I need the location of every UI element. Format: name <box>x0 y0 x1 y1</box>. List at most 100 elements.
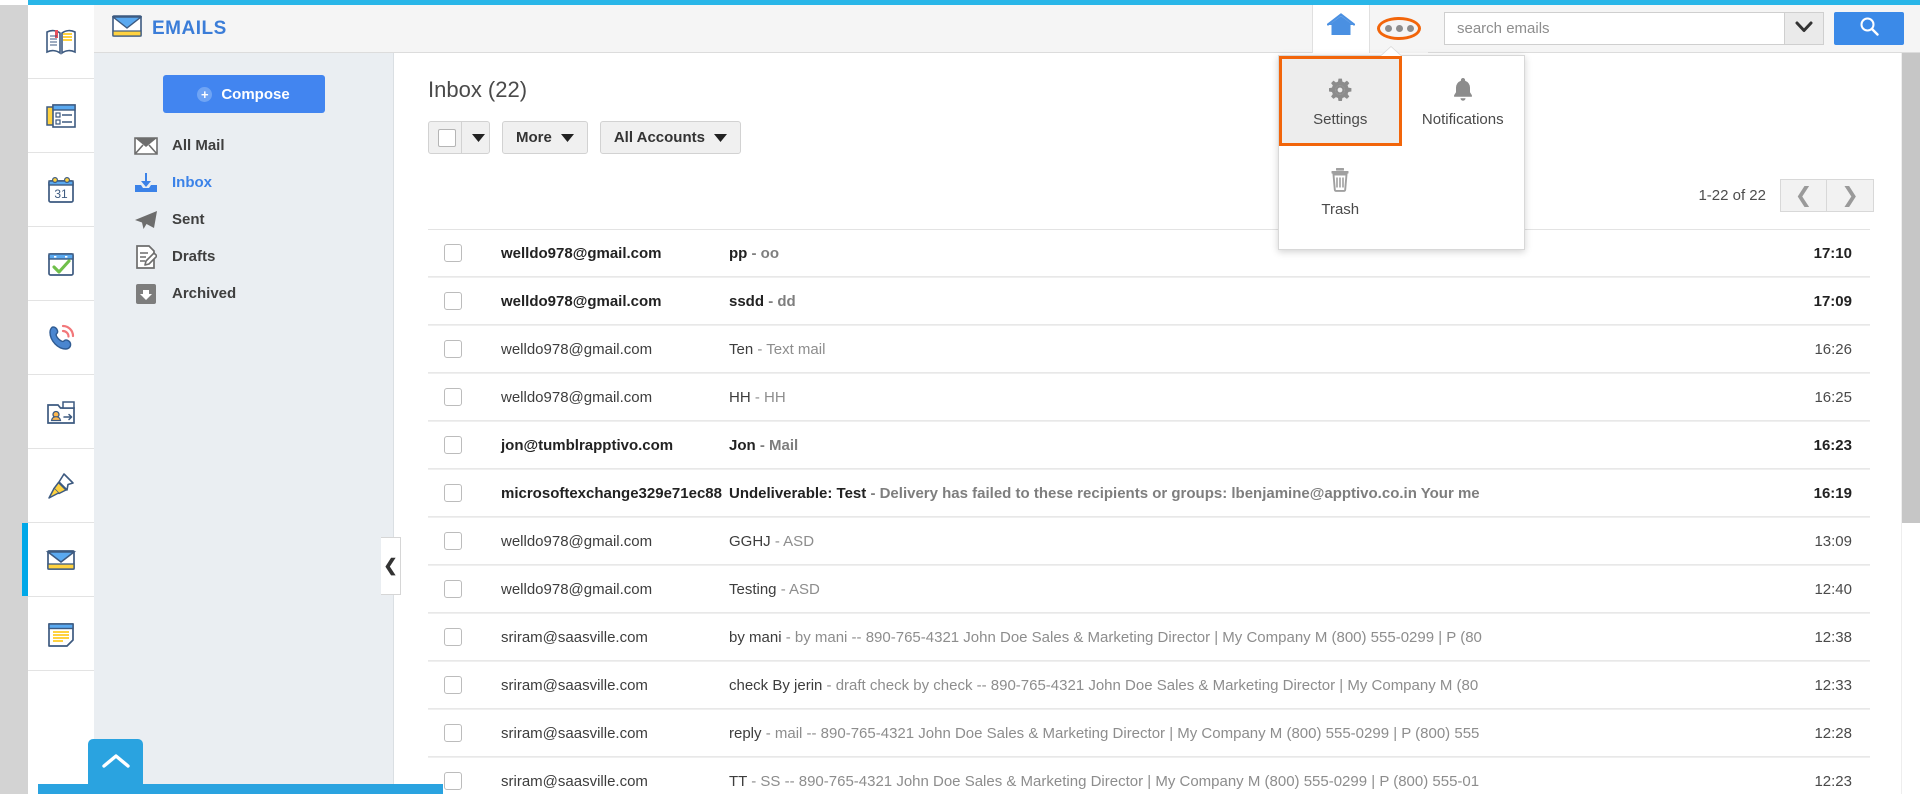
accounts-filter-label: All Accounts <box>613 129 705 146</box>
menu-item-label: Notifications <box>1421 110 1504 128</box>
menu-item-trash[interactable]: Trash <box>1279 146 1402 236</box>
row-subject-text: ssdd <box>729 292 765 310</box>
row-subject: Ten - Text mail <box>729 341 1778 358</box>
home-icon <box>1326 13 1356 44</box>
sidebar-item-inbox[interactable]: Inbox <box>94 164 393 201</box>
rail-item-tasks-check[interactable] <box>28 227 94 301</box>
menu-item-settings[interactable]: Settings <box>1279 56 1402 146</box>
row-sender: welldo978@gmail.com <box>501 580 653 598</box>
row-subject-text: HH <box>729 388 751 406</box>
table-row[interactable]: sriram@saasville.com reply - mail -- 890-… <box>428 709 1870 757</box>
row-checkbox[interactable] <box>444 436 462 454</box>
more-options-button[interactable] <box>1370 4 1428 53</box>
search-scope-dropdown[interactable] <box>1784 12 1824 45</box>
table-row[interactable]: welldo978@gmail.com Ten - Text mail 16:26 <box>428 325 1870 373</box>
row-checkbox[interactable] <box>444 724 462 742</box>
row-time: 16:26 <box>1814 340 1852 358</box>
row-checkbox[interactable] <box>444 388 462 406</box>
row-subject-text: check By jerin <box>729 676 823 694</box>
menu-item-label: Settings <box>1313 110 1368 128</box>
rail-item-book[interactable] <box>28 5 94 79</box>
pagination-next-button[interactable]: ❯ <box>1827 179 1874 212</box>
inbox-title: Inbox (22) <box>428 77 528 102</box>
rail-item-notes[interactable] <box>28 597 94 671</box>
row-checkbox[interactable] <box>444 532 462 550</box>
contacts-folder-icon <box>44 395 78 429</box>
sidebar-item-drafts[interactable]: Drafts <box>94 238 393 275</box>
svg-text:31: 31 <box>54 187 68 201</box>
sidebar-item-sent[interactable]: Sent <box>94 201 393 238</box>
row-time: 13:09 <box>1814 532 1852 550</box>
rail-item-email-envelope[interactable] <box>22 523 94 597</box>
scrollbar-thumb[interactable] <box>1902 53 1920 523</box>
scroll-to-top-button[interactable] <box>88 739 143 787</box>
table-row[interactable]: sriram@saasville.com TT - SS -- 890-765-4… <box>428 757 1870 794</box>
news-icon <box>44 99 78 133</box>
accounts-filter-button[interactable]: All Accounts <box>599 121 741 154</box>
pagination-prev-button[interactable]: ❮ <box>1780 179 1827 212</box>
rail-item-calendar-31[interactable]: 31 <box>28 153 94 227</box>
rail-item-pin[interactable] <box>28 449 94 523</box>
bell-icon <box>1450 75 1476 105</box>
row-checkbox[interactable] <box>444 484 462 502</box>
row-snippet: - Text mail <box>757 340 826 358</box>
mail-sidebar: + Compose All Mail Inbox Sent Drafts Archive… <box>94 53 394 794</box>
menu-item-notifications[interactable]: Notifications <box>1402 56 1524 146</box>
row-checkbox[interactable] <box>444 628 462 646</box>
table-row[interactable]: welldo978@gmail.com HH - HH 16:25 <box>428 373 1870 421</box>
rail-item-contacts-folder[interactable] <box>28 375 94 449</box>
sidebar-collapse-handle[interactable]: ❮ <box>381 537 401 595</box>
row-subject: ssdd - dd <box>729 293 1778 310</box>
row-checkbox[interactable] <box>444 292 462 310</box>
row-sender: welldo978@gmail.com <box>501 292 662 310</box>
row-checkbox[interactable] <box>444 340 462 358</box>
home-button[interactable] <box>1312 4 1370 53</box>
table-row[interactable]: welldo978@gmail.com pp - oo 17:10 <box>428 229 1870 277</box>
pagination: 1-22 of 22 ❮ ❯ <box>1698 179 1874 212</box>
sidebar-item-all-mail[interactable]: All Mail <box>94 127 393 164</box>
row-checkbox[interactable] <box>444 244 462 262</box>
row-snippet: - HH <box>754 388 786 406</box>
row-snippet: - Delivery has failed to these recipient… <box>870 484 1480 502</box>
list-toolbar: More All Accounts <box>428 121 1920 154</box>
search-button[interactable] <box>1834 12 1904 45</box>
plus-icon: + <box>197 86 213 102</box>
page-title: EMAILS <box>152 17 227 39</box>
table-row[interactable]: jon@tumblrapptivo.com Jon - Mail 16:23 <box>428 421 1870 469</box>
row-subject: by mani - by mani -- 890-765-4321 John D… <box>729 629 1778 646</box>
row-subject: Testing - ASD <box>729 581 1778 598</box>
sidebar-item-archived[interactable]: Archived <box>94 275 393 312</box>
row-checkbox[interactable] <box>444 580 462 598</box>
table-row[interactable]: welldo978@gmail.com Testing - ASD 12:40 <box>428 565 1870 613</box>
pagination-label: 1-22 of 22 <box>1698 187 1766 204</box>
rail-item-news[interactable] <box>28 79 94 153</box>
menu-item-label: Trash <box>1321 200 1360 218</box>
email-envelope-icon <box>44 543 78 577</box>
row-sender: welldo978@gmail.com <box>501 532 653 550</box>
row-snippet: - ASD <box>780 580 820 598</box>
row-snippet: - mail -- 890-765-4321 John Doe Sales & … <box>765 724 1480 742</box>
table-row[interactable]: welldo978@gmail.com GGHJ - ASD 13:09 <box>428 517 1870 565</box>
table-row[interactable]: sriram@saasville.com by mani - by mani --… <box>428 613 1870 661</box>
select-all-checkbox[interactable] <box>438 128 456 147</box>
select-all-dropdown[interactable] <box>428 121 490 154</box>
row-subject-text: Ten <box>729 340 754 358</box>
search-input[interactable] <box>1445 13 1784 44</box>
row-snippet: - by mani -- 890-765-4321 John Doe Sales… <box>785 628 1482 646</box>
row-time: 12:40 <box>1814 580 1852 598</box>
search-box[interactable] <box>1444 12 1784 45</box>
table-row[interactable]: microsoftexchange329e71ec88 Undeliverable… <box>428 469 1870 517</box>
chevron-up-icon <box>101 752 131 775</box>
envelope-icon <box>134 136 158 155</box>
compose-button[interactable]: + Compose <box>162 75 325 113</box>
row-checkbox[interactable] <box>444 772 462 790</box>
row-checkbox[interactable] <box>444 676 462 694</box>
row-snippet: - draft check by check -- 890-765-4321 J… <box>826 676 1479 694</box>
page-scrollbar[interactable] <box>1901 53 1920 794</box>
row-subject-text: Undeliverable: Test <box>729 484 867 502</box>
table-row[interactable]: sriram@saasville.com check By jerin - dra… <box>428 661 1870 709</box>
more-actions-button[interactable]: More <box>502 121 588 154</box>
table-row[interactable]: welldo978@gmail.com ssdd - dd 17:09 <box>428 277 1870 325</box>
rail-item-phone-call[interactable] <box>28 301 94 375</box>
menu-empty-slot <box>1402 146 1525 236</box>
